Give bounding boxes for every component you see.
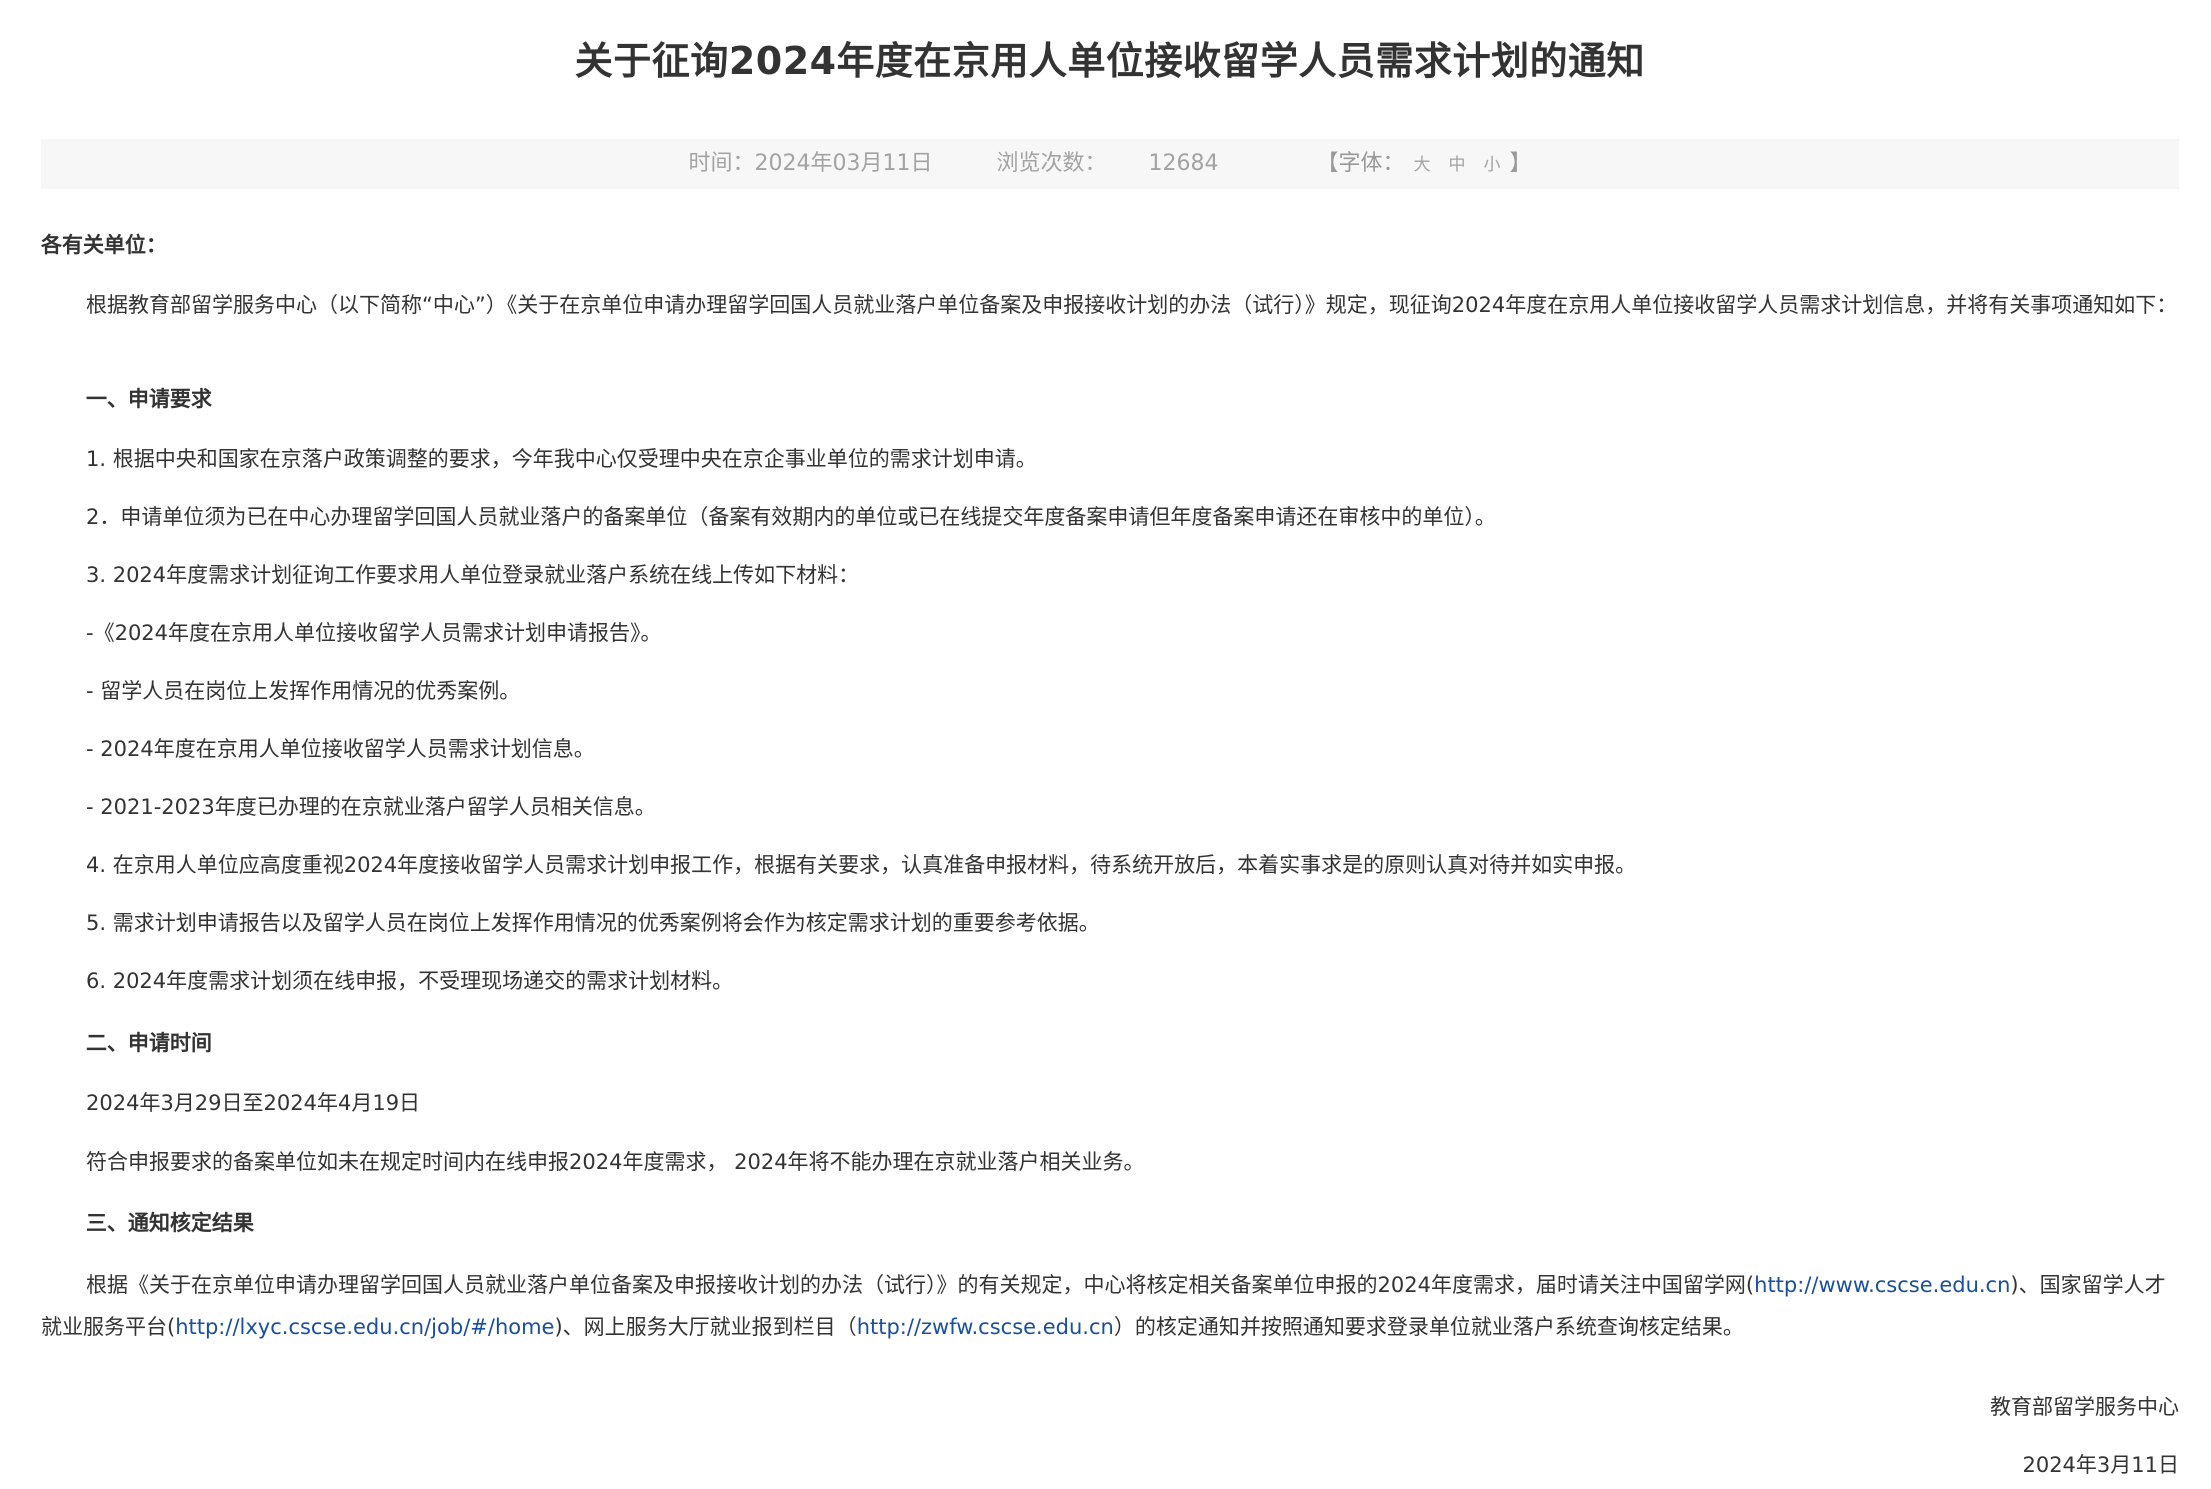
result-text-d: ）的核定通知并按照通知要求登录单位就业落户系统查询核定结果。 (1113, 1315, 1744, 1339)
font-size-bracket-close: 】 (1509, 151, 1532, 176)
view-count-label: 浏览次数： (996, 151, 1107, 176)
view-count: 12684 (1148, 151, 1219, 176)
requirement-item-4: 4. 在京用人单位应高度重视2024年度接收留学人员需求计划申报工作，根据有关要… (86, 853, 1637, 877)
requirement-item-6: 6. 2024年度需求计划须在线申报，不受理现场递交的需求计划材料。 (86, 969, 734, 993)
lxyc-job-link[interactable]: http://lxyc.cscse.edu.cn/job/#/home (175, 1315, 554, 1339)
section-2-heading: 二、申请时间 (86, 1031, 212, 1055)
material-item-2: - 留学人员在岗位上发挥作用情况的优秀案例。 (86, 679, 521, 703)
publish-time: 时间：2024年03月11日 (688, 151, 933, 176)
result-text-a: 根据《关于在京单位申请办理留学回国人员就业落户单位备案及申报接收计划的办法（试行… (86, 1273, 1755, 1297)
cscse-link[interactable]: http://www.cscse.edu.cn (1754, 1273, 2010, 1297)
application-period: 2024年3月29日至2024年4月19日 (86, 1091, 421, 1115)
material-item-3: - 2024年度在京用人单位接收留学人员需求计划信息。 (86, 737, 595, 761)
result-paragraph: 根据《关于在京单位申请办理留学回国人员就业落户单位备案及申报接收计划的办法（试行… (41, 1264, 2179, 1348)
section-3-heading: 三、通知核定结果 (86, 1211, 254, 1235)
requirement-item-3: 3. 2024年度需求计划征询工作要求用人单位登录就业落户系统在线上传如下材料： (86, 563, 860, 587)
requirement-item-1: 1. 根据中央和国家在京落户政策调整的要求，今年我中心仅受理中央在京企事业单位的… (86, 447, 1037, 471)
font-size-medium-link[interactable]: 中 (1449, 140, 1466, 190)
font-size-label: 【字体： (1316, 151, 1405, 176)
zwfw-link[interactable]: http://zwfw.cscse.edu.cn (857, 1315, 1114, 1339)
signature: 教育部留学服务中心 (1990, 1395, 2179, 1419)
font-size-small-link[interactable]: 小 (1484, 140, 1501, 190)
section-1-heading: 一、申请要求 (86, 387, 212, 411)
material-item-1: -《2024年度在京用人单位接收留学人员需求计划申请报告》。 (86, 621, 662, 645)
page-title: 关于征询2024年度在京用人单位接收留学人员需求计划的通知 (574, 39, 1646, 83)
application-note: 符合申报要求的备案单位如未在规定时间内在线申报2024年度需求， 2024年将不… (86, 1150, 1145, 1174)
meta-bar: 时间：2024年03月11日 浏览次数： 12684 【字体： 大中小】 (41, 139, 2179, 189)
salutation: 各有关单位： (41, 233, 167, 257)
notice-page: 关于征询2024年度在京用人单位接收留学人员需求计划的通知 时间：2024年03… (41, 0, 2179, 1477)
material-item-4: - 2021-2023年度已办理的在京就业落户留学人员相关信息。 (86, 795, 656, 819)
font-size-large-link[interactable]: 大 (1414, 140, 1431, 190)
result-text-c: )、网上服务大厅就业报到栏目（ (554, 1315, 857, 1339)
intro-paragraph: 根据教育部留学服务中心（以下简称“中心”）《关于在京单位申请办理留学回国人员就业… (86, 293, 2178, 317)
requirement-item-5: 5. 需求计划申请报告以及留学人员在岗位上发挥作用情况的优秀案例将会作为核定需求… (86, 911, 1100, 935)
signature-date: 2024年3月11日 (2022, 1453, 2179, 1477)
requirement-item-2: 2．申请单位须为已在中心办理留学回国人员就业落户的备案单位（备案有效期内的单位或… (86, 505, 1496, 529)
